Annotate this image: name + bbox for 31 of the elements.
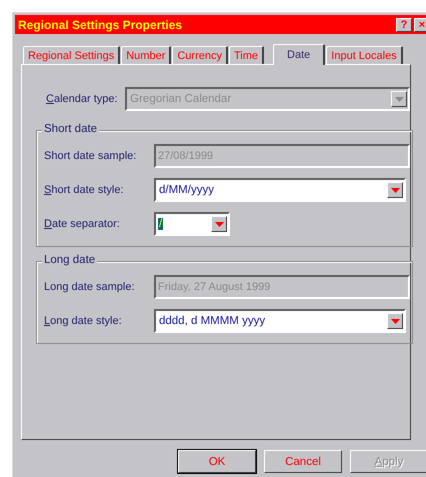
date-style-dropdown[interactable]: dddd, d MMMM yyyy: [154, 309, 406, 333]
window-title: Regional Settings Properties: [17, 18, 182, 32]
sample-field: Friday, 27 August 1999: [154, 275, 410, 299]
help-button[interactable]: ?: [396, 18, 412, 32]
tab[interactable]: Date: [273, 44, 326, 65]
caret-down-icon: [394, 96, 404, 102]
separator-dropdown[interactable]: /: [154, 212, 230, 236]
group-title: Long date: [42, 254, 98, 266]
dropdown-button[interactable]: [387, 182, 403, 198]
dialog-button[interactable]: OK: [178, 450, 256, 473]
caret-down-icon: [390, 318, 400, 324]
field-label: Long date style:: [44, 315, 123, 327]
dialog-button[interactable]: Cancel: [264, 450, 342, 473]
field-label: Long date sample:: [44, 281, 136, 293]
tab[interactable]: Number: [121, 46, 172, 64]
field-label: Calendar type:: [46, 93, 119, 105]
tab[interactable]: Regional Settings: [23, 46, 120, 64]
date-style-dropdown[interactable]: d/MM/yyyy: [154, 178, 406, 202]
dropdown-button[interactable]: [387, 313, 403, 329]
field-label: Short date style:: [44, 184, 124, 196]
tab[interactable]: Currency: [172, 46, 228, 64]
group-title: Short date: [42, 123, 100, 135]
caret-down-icon: [214, 222, 224, 226]
tab[interactable]: Time: [228, 46, 264, 64]
dropdown-button[interactable]: [211, 216, 227, 232]
sample-field: 27/08/1999: [154, 144, 410, 168]
tab[interactable]: Input Locales: [326, 46, 403, 64]
field-label: Date separator:: [44, 218, 121, 230]
field-label: Short date sample:: [44, 150, 138, 162]
caret-down-icon: [390, 188, 400, 192]
close-button[interactable]: ×: [414, 18, 426, 32]
